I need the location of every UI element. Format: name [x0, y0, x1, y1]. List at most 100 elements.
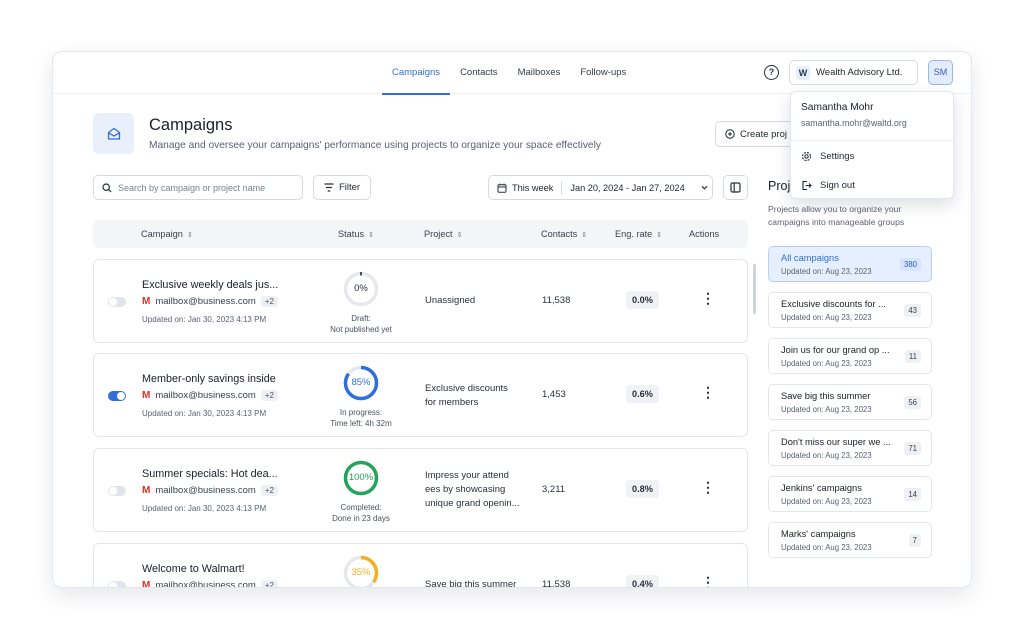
- help-icon[interactable]: ?: [764, 65, 779, 80]
- filter-button[interactable]: Filter: [313, 175, 371, 200]
- project-item-date: Updated on: Aug 23, 2023: [781, 497, 872, 506]
- column-project[interactable]: Project ⇕: [424, 220, 462, 248]
- mailbox-extra-badge[interactable]: +2: [260, 485, 278, 496]
- project-item-count: 56: [904, 396, 921, 409]
- mailbox-extra-badge[interactable]: +2: [260, 390, 278, 401]
- progress-ring: 0%: [342, 270, 380, 308]
- tab-contacts[interactable]: Contacts: [450, 52, 508, 94]
- project-name-line: Impress your attend: [425, 470, 509, 481]
- status-detail: Done in 23 days: [332, 514, 390, 523]
- user-email: samantha.mohr@waltd.org: [801, 118, 907, 128]
- tab-mailboxes[interactable]: Mailboxes: [508, 52, 571, 94]
- progress-ring: 35%: [342, 554, 380, 587]
- column-contacts-label: Contacts: [541, 229, 578, 239]
- campaign-toggle[interactable]: [108, 391, 126, 401]
- project-item[interactable]: Don't miss our super we ... Updated on: …: [768, 430, 932, 466]
- menu-item-label: Sign out: [820, 179, 855, 191]
- status-label: Completed:: [340, 503, 382, 512]
- campaign-name[interactable]: Summer specials: Hot dea...: [142, 468, 278, 480]
- menu-item-settings[interactable]: Settings: [801, 148, 854, 164]
- more-vertical-icon[interactable]: ⋮: [701, 575, 715, 587]
- mailbox-info: Mmailbox@business.com +2: [142, 390, 278, 401]
- updated-info: Updated on: Jan 30, 2023 4:13 PM: [142, 409, 266, 418]
- campaign-toggle[interactable]: [108, 297, 126, 307]
- table-row[interactable]: Member-only savings inside Mmailbox@busi…: [93, 353, 748, 437]
- menu-divider: [791, 140, 955, 141]
- contacts-count: 11,538: [542, 579, 571, 588]
- gmail-icon: M: [142, 485, 151, 496]
- progress-percent: 100%: [348, 472, 374, 483]
- mailbox-extra-badge[interactable]: +2: [260, 580, 278, 587]
- tab-follow-ups[interactable]: Follow-ups: [570, 52, 636, 94]
- campaign-toggle[interactable]: [108, 486, 126, 496]
- contacts-count: 11,538: [542, 295, 571, 306]
- updated-info: Updated on: Jan 30, 2023 4:13 PM: [142, 504, 266, 513]
- table-row[interactable]: Exclusive weekly deals jus... Mmailbox@b…: [93, 259, 748, 343]
- column-campaign-label: Campaign: [141, 229, 183, 239]
- mailbox-info: Mmailbox@business.com +2: [142, 485, 278, 496]
- date-range-value: Jan 20, 2024 - Jan 27, 2024: [570, 182, 685, 193]
- more-vertical-icon[interactable]: ⋮: [701, 291, 715, 305]
- sort-icon: ⇕: [456, 232, 463, 239]
- project-item[interactable]: Join us for our grand op ... Updated on:…: [768, 338, 932, 374]
- sort-icon: ⇕: [186, 232, 193, 239]
- project-item-name: Don't miss our super we ...: [781, 437, 891, 447]
- mailbox-info: Mmailbox@business.com +2: [142, 580, 278, 588]
- filter-icon: [324, 183, 334, 192]
- column-contacts[interactable]: Contacts ⇕: [541, 220, 587, 248]
- project-item-date: Updated on: Aug 23, 2023: [781, 267, 872, 276]
- column-status[interactable]: Status ⇕: [338, 220, 374, 248]
- updated-date: Jan 30, 2023 4:13 PM: [187, 409, 267, 418]
- avatar[interactable]: SM: [928, 60, 953, 85]
- project-name-line: for members: [425, 397, 479, 408]
- campaign-mail-icon: [93, 113, 134, 154]
- status-label: Draft:: [351, 314, 371, 323]
- column-eng-rate-label: Eng. rate: [615, 229, 653, 239]
- toggle-panel-button[interactable]: [723, 175, 748, 200]
- project-item-date: Updated on: Aug 23, 2023: [781, 543, 872, 552]
- scrollbar[interactable]: [753, 264, 756, 314]
- sign-out-icon: [802, 180, 812, 190]
- project-item[interactable]: Marks' campaigns Updated on: Aug 23, 202…: [768, 522, 932, 558]
- table-row[interactable]: Welcome to Walmart! Mmailbox@business.co…: [93, 543, 748, 588]
- app-window: Campaigns Contacts Mailboxes Follow-ups …: [52, 51, 972, 588]
- campaign-name[interactable]: Exclusive weekly deals jus...: [142, 279, 278, 291]
- sort-icon: ⇕: [656, 232, 663, 239]
- mailbox-address: mailbox@business.com: [155, 390, 256, 401]
- campaign-toggle[interactable]: [108, 581, 126, 587]
- project-item[interactable]: Save big this summer Updated on: Aug 23,…: [768, 384, 932, 420]
- project-item-count: 43: [904, 304, 921, 317]
- organization-selector[interactable]: W Wealth Advisory Ltd.: [789, 60, 918, 85]
- menu-item-sign-out[interactable]: Sign out: [801, 177, 855, 193]
- updated-label: Updated on:: [142, 504, 186, 513]
- mailbox-address: mailbox@business.com: [155, 580, 256, 588]
- project-item-all-campaigns[interactable]: All campaigns Updated on: Aug 23, 2023 3…: [768, 246, 932, 282]
- mailbox-extra-badge[interactable]: +2: [260, 296, 278, 307]
- more-vertical-icon[interactable]: ⋮: [701, 480, 715, 494]
- column-eng-rate[interactable]: Eng. rate ⇕: [615, 220, 662, 248]
- date-range-picker[interactable]: This week Jan 20, 2024 - Jan 27, 2024: [488, 175, 713, 200]
- tab-campaigns[interactable]: Campaigns: [382, 52, 451, 95]
- project-name: Save big this summer: [425, 579, 517, 588]
- campaign-name[interactable]: Member-only savings inside: [142, 373, 276, 385]
- table-row[interactable]: Summer specials: Hot dea... Mmailbox@bus…: [93, 448, 748, 532]
- mailbox-info: Mmailbox@business.com +2: [142, 296, 278, 307]
- project-item[interactable]: Jenkins' campaigns Updated on: Aug 23, 2…: [768, 476, 932, 512]
- project-name-line: Exclusive discounts: [425, 383, 508, 394]
- search-input[interactable]: Search by campaign or project name: [93, 175, 303, 200]
- project-item-name: All campaigns: [781, 253, 839, 263]
- campaign-name[interactable]: Welcome to Walmart!: [142, 563, 245, 575]
- date-range-divider: [561, 180, 563, 195]
- more-vertical-icon[interactable]: ⋮: [701, 385, 715, 399]
- status-detail: Time left: 4h 32m: [330, 419, 392, 428]
- updated-label: Updated on:: [142, 315, 186, 324]
- projects-description: Projects allow you to organize your camp…: [768, 204, 905, 227]
- project-item[interactable]: Exclusive discounts for ... Updated on: …: [768, 292, 932, 328]
- progress-ring: 85%: [342, 364, 380, 402]
- column-campaign[interactable]: Campaign ⇕: [141, 220, 193, 248]
- mailbox-address: mailbox@business.com: [155, 485, 256, 496]
- mailbox-address: mailbox@business.com: [155, 296, 256, 307]
- search-placeholder: Search by campaign or project name: [118, 182, 266, 193]
- project-item-count: 7: [908, 534, 921, 547]
- calendar-icon: [497, 183, 507, 193]
